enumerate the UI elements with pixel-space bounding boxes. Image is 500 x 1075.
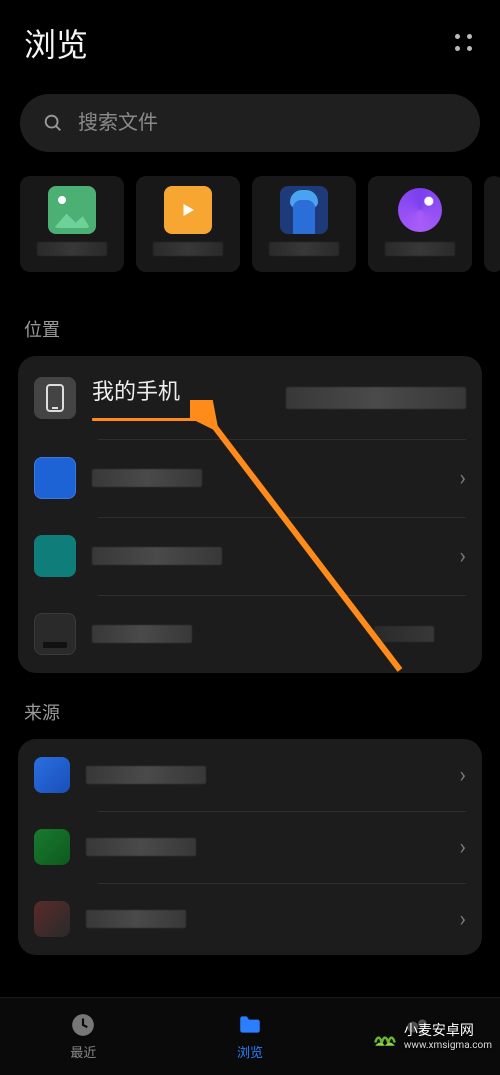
person-icon <box>280 186 328 234</box>
obscured-label <box>37 242 107 256</box>
folder-icon <box>34 535 76 577</box>
watermark-url: www.xmsigma.com <box>404 1040 492 1051</box>
search-bar[interactable] <box>20 94 480 152</box>
chevron-right-icon: › <box>459 466 466 491</box>
obscured-label <box>86 766 206 784</box>
location-item-3[interactable]: › <box>18 517 482 595</box>
audio-icon <box>396 186 444 234</box>
search-input[interactable] <box>78 112 458 135</box>
sources-card: › › › <box>18 739 482 955</box>
section-locations-label: 位置 <box>0 290 500 356</box>
nav-recent[interactable]: 最近 <box>0 998 167 1075</box>
quick-more[interactable] <box>484 176 500 272</box>
chevron-right-icon: › <box>459 763 466 788</box>
locations-card: 我的手机 › › <box>18 356 482 673</box>
page-title: 浏览 <box>24 20 88 66</box>
source-item-2[interactable]: › <box>18 811 482 883</box>
obscured-detail <box>286 387 466 409</box>
app-icon <box>34 901 70 937</box>
source-item-1[interactable]: › <box>18 739 482 811</box>
app-icon <box>34 829 70 865</box>
obscured-label <box>92 547 222 565</box>
location-my-phone[interactable]: 我的手机 <box>18 356 482 439</box>
watermark: 小麦安卓网 www.xmsigma.com <box>372 1020 492 1051</box>
quick-images[interactable] <box>20 176 124 272</box>
quick-audio[interactable] <box>368 176 472 272</box>
obscured-label <box>92 625 192 643</box>
quick-avatar[interactable] <box>252 176 356 272</box>
nav-browse-label: 浏览 <box>237 1042 263 1061</box>
obscured-label <box>153 242 223 256</box>
more-menu-icon[interactable] <box>452 31 476 55</box>
phone-icon <box>34 377 76 419</box>
chevron-right-icon: › <box>459 907 466 932</box>
nav-recent-label: 最近 <box>70 1042 96 1061</box>
app-icon <box>34 757 70 793</box>
storage-icon <box>34 613 76 655</box>
obscured-label <box>86 838 196 856</box>
obscured-label <box>269 242 339 256</box>
nav-browse[interactable]: 浏览 <box>167 998 334 1075</box>
folder-icon <box>237 1012 263 1038</box>
quick-access-row <box>0 176 500 290</box>
image-icon <box>48 186 96 234</box>
section-sources-label: 来源 <box>0 673 500 739</box>
obscured-label <box>385 242 455 256</box>
quick-videos[interactable] <box>136 176 240 272</box>
chevron-right-icon: › <box>459 544 466 569</box>
source-item-3[interactable]: › <box>18 883 482 955</box>
obscured-detail <box>374 626 434 642</box>
clock-icon <box>70 1012 96 1038</box>
obscured-label <box>92 469 202 487</box>
location-item-2[interactable]: › <box>18 439 482 517</box>
search-icon <box>42 112 64 134</box>
obscured-label <box>86 910 186 928</box>
watermark-name: 小麦安卓网 <box>404 1020 492 1040</box>
watermark-icon <box>372 1023 398 1049</box>
chevron-right-icon: › <box>459 835 466 860</box>
video-icon <box>164 186 212 234</box>
highlight-underline <box>92 418 202 421</box>
folder-icon <box>34 457 76 499</box>
location-item-4[interactable] <box>18 595 482 673</box>
